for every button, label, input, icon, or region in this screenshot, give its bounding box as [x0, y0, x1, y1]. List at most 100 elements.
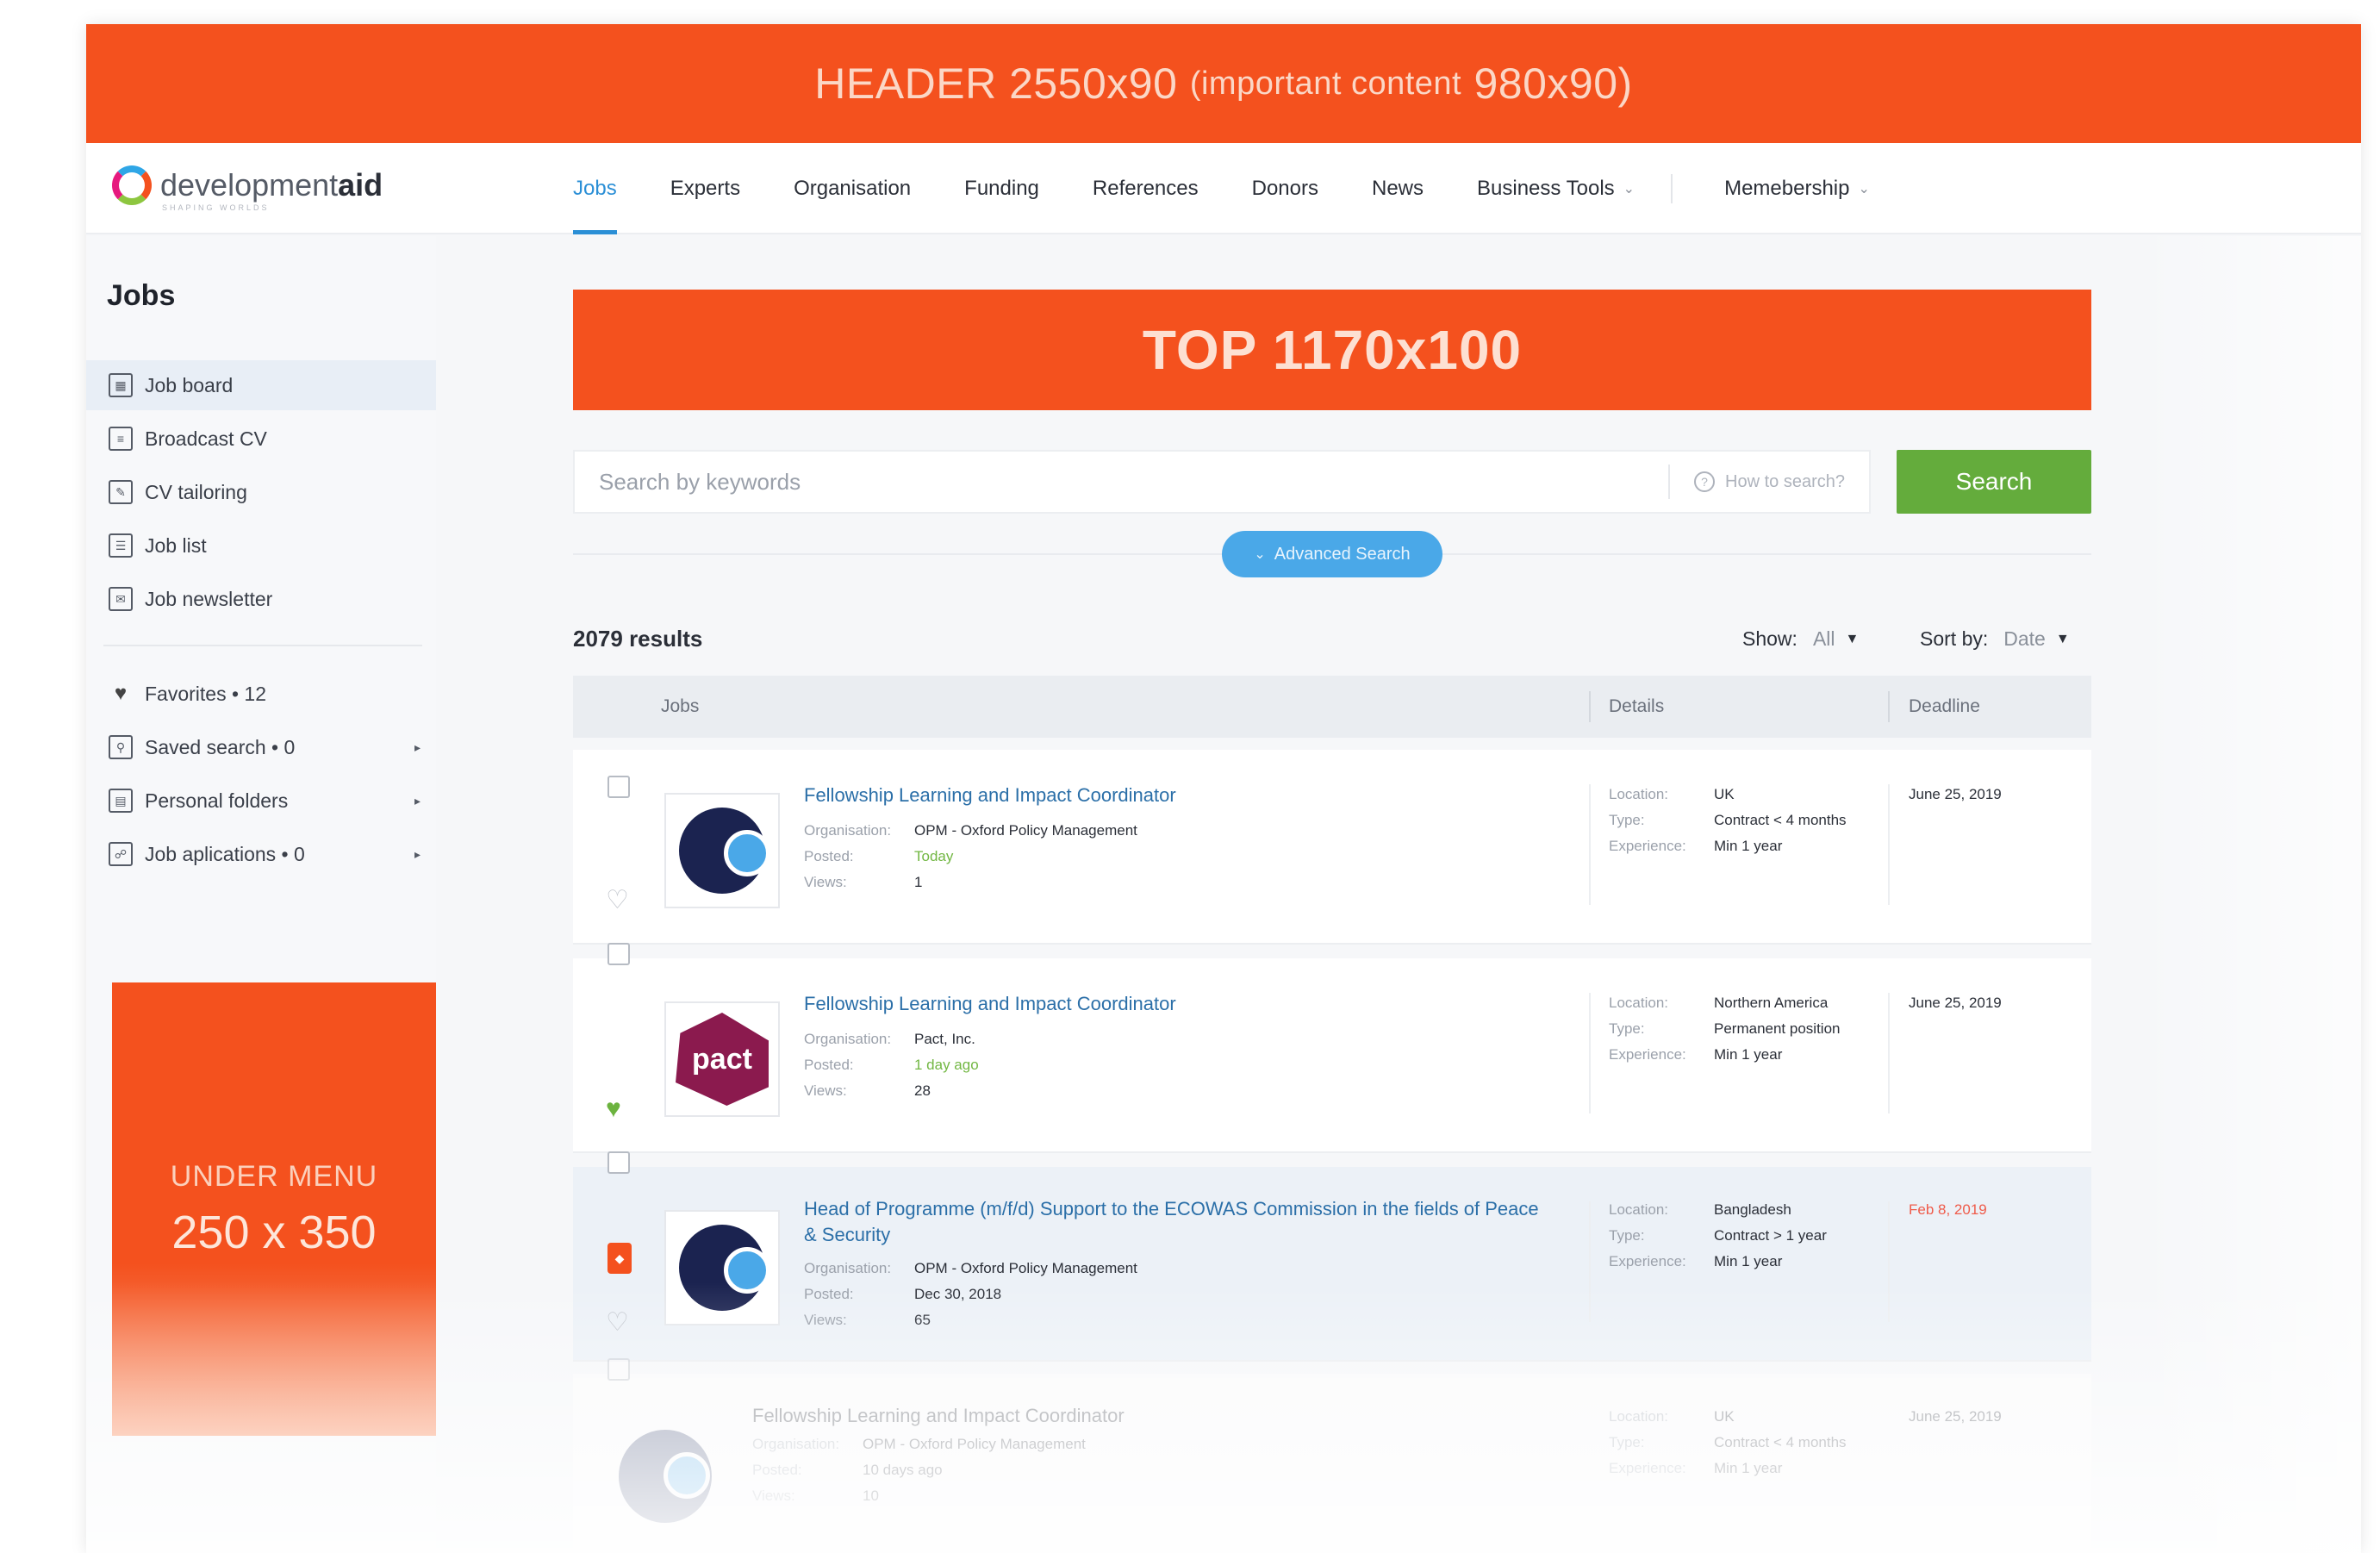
- sidebar-item-job-list[interactable]: ☰ Job list: [86, 521, 436, 571]
- job-title-link[interactable]: Fellowship Learning and Impact Coordinat…: [804, 783, 1545, 808]
- newsletter-icon: ✉: [109, 587, 133, 611]
- browser-frame: HEADER 2550x90 (important content 980x90…: [86, 24, 2361, 1553]
- search-input[interactable]: [575, 452, 1669, 512]
- sort-label: Sort by:: [1920, 627, 1989, 650]
- top-ad-banner[interactable]: TOP 1170x100: [573, 290, 2091, 410]
- advanced-search-button[interactable]: ⌄ Advanced Search: [1222, 531, 1442, 577]
- job-organisation: Organisation: OPM - Oxford Policy Managem…: [804, 822, 1137, 839]
- job-deadline: June 25, 2019: [1909, 786, 2002, 802]
- job-location: Location: Northern America: [1609, 995, 1829, 1011]
- column-divider: [1589, 1201, 1591, 1322]
- job-select-checkbox[interactable]: [607, 776, 630, 798]
- under-menu-ad-line1: UNDER MENU: [170, 1159, 378, 1193]
- heart-outline-icon[interactable]: ♡: [606, 1310, 629, 1336]
- nav-item-references[interactable]: References: [1093, 143, 1199, 234]
- sidebar-item-personal-folders[interactable]: ▤ Personal folders ▸: [86, 776, 436, 826]
- column-header-deadline: Deadline: [1909, 696, 1980, 716]
- column-header-details: Details: [1609, 696, 1665, 716]
- sidebar-item-saved-search[interactable]: ⚲ Saved search • 0 ▸: [86, 722, 436, 772]
- featured-badge-icon: ◆: [607, 1243, 632, 1274]
- job-title-link[interactable]: Head of Programme (m/f/d) Support to the…: [804, 1196, 1545, 1247]
- sidebar-item-job-board[interactable]: ▦ Job board: [86, 360, 436, 410]
- job-type: Type: Contract > 1 year: [1609, 1227, 1827, 1244]
- job-title-link[interactable]: Fellowship Learning and Impact Coordinat…: [804, 991, 1545, 1017]
- heart-filled-icon[interactable]: ♥: [606, 1096, 621, 1122]
- job-deadline: June 25, 2019: [1909, 1408, 2002, 1425]
- job-select-checkbox[interactable]: [607, 1151, 630, 1174]
- sidebar-title: Jobs: [107, 279, 176, 312]
- sidebar-item-favorites[interactable]: ♥ Favorites • 12: [86, 669, 436, 719]
- column-header-jobs: Jobs: [661, 696, 700, 716]
- nav-item-business-tools[interactable]: Business Tools ⌄: [1477, 143, 1635, 234]
- nav-item-funding[interactable]: Funding: [964, 143, 1039, 234]
- nav-item-news[interactable]: News: [1372, 143, 1424, 234]
- under-menu-ad-banner[interactable]: UNDER MENU 250 x 350: [112, 982, 436, 1436]
- nav-item-organisation[interactable]: Organisation: [794, 143, 911, 234]
- nav-item-experts[interactable]: Experts: [670, 143, 740, 234]
- grid-icon: ▦: [109, 373, 133, 397]
- site-logo[interactable]: developmentaid SHAPING WORLDS: [112, 165, 383, 212]
- job-title-link[interactable]: Fellowship Learning and Impact Coordinat…: [752, 1403, 1493, 1429]
- sort-dropdown[interactable]: Sort by: Date ▼: [1920, 627, 2070, 651]
- column-divider: [1888, 993, 1890, 1113]
- job-views: Views: 10: [752, 1488, 879, 1504]
- how-to-search-link[interactable]: ? How to search?: [1668, 465, 1869, 499]
- arrow-right-icon: ▸: [414, 846, 421, 861]
- column-divider: [1589, 784, 1591, 905]
- job-select-checkbox[interactable]: [607, 943, 630, 965]
- job-views: Views: 65: [804, 1312, 931, 1328]
- column-divider: [1589, 993, 1591, 1113]
- job-posted: Posted: Dec 30, 2018: [804, 1286, 1002, 1302]
- job-row[interactable]: ♥ pact Fellowship Learning and Impact Co…: [573, 943, 2091, 1153]
- chevron-down-icon: ⌄: [1254, 547, 1266, 562]
- job-row[interactable]: ♡ Fellowship Learning and Impact Coordin…: [573, 750, 2091, 945]
- question-icon: ?: [1694, 471, 1716, 492]
- job-location: Location: UK: [1609, 786, 1735, 802]
- column-divider: [1589, 691, 1591, 722]
- sidebar-item-job-applications[interactable]: ☍ Job aplications • 0 ▸: [86, 829, 436, 879]
- job-select-checkbox[interactable]: [607, 1358, 630, 1381]
- organisation-logo: [607, 1419, 723, 1534]
- nav-item-jobs[interactable]: Jobs: [573, 143, 617, 234]
- header-ad-tail: 980x90): [1473, 59, 1633, 108]
- folder-icon: ▤: [109, 789, 133, 813]
- nav-item-membership[interactable]: Memebership ⌄: [1724, 143, 1870, 234]
- nav-divider: [1671, 174, 1673, 203]
- column-divider: [1888, 784, 1890, 905]
- job-experience: Experience: Min 1 year: [1609, 1460, 1783, 1476]
- show-filter-dropdown[interactable]: Show: All ▼: [1742, 627, 1859, 651]
- job-posted: Posted: 1 day ago: [804, 1057, 979, 1073]
- column-divider: [1888, 1201, 1890, 1322]
- sidebar-item-cv-tailoring[interactable]: ✎ CV tailoring: [86, 467, 436, 517]
- jobs-table-header: Jobs Details Deadline: [573, 676, 2091, 738]
- caret-down-icon: ▼: [1845, 631, 1860, 646]
- column-divider: [1888, 691, 1890, 722]
- caret-down-icon: ▼: [2055, 631, 2070, 646]
- heart-outline-icon[interactable]: ♡: [606, 888, 629, 914]
- job-posted: Posted: Today: [804, 848, 954, 864]
- organisation-logo: [664, 1210, 780, 1325]
- header-ad-banner[interactable]: HEADER 2550x90 (important content 980x90…: [86, 24, 2361, 143]
- logo-tagline: SHAPING WORLDS: [162, 203, 270, 212]
- opm-logo-icon: [679, 808, 770, 894]
- search-button[interactable]: Search: [1897, 450, 2091, 514]
- list-icon: ☰: [109, 533, 133, 558]
- job-row[interactable]: ◆ ♡ Head of Programme (m/f/d) Support to…: [573, 1151, 2091, 1362]
- job-location: Location: UK: [1609, 1408, 1735, 1425]
- opm-logo-icon: [619, 1430, 712, 1523]
- header-ad-main: HEADER 2550x90: [814, 59, 1178, 108]
- job-experience: Experience: Min 1 year: [1609, 1046, 1783, 1063]
- sidebar-item-job-newsletter[interactable]: ✉ Job newsletter: [86, 574, 436, 624]
- under-menu-ad-line2: 250 x 350: [171, 1206, 377, 1258]
- job-row[interactable]: Fellowship Learning and Impact Coordinat…: [573, 1358, 2091, 1553]
- job-organisation: Organisation: Pact, Inc.: [804, 1031, 975, 1047]
- job-type: Type: Contract < 4 months: [1609, 1434, 1847, 1450]
- show-label: Show:: [1742, 627, 1797, 650]
- job-type: Type: Permanent position: [1609, 1020, 1841, 1037]
- arrow-right-icon: ▸: [414, 793, 421, 808]
- sidebar-item-broadcast-cv[interactable]: ≡ Broadcast CV: [86, 414, 436, 464]
- top-navbar: developmentaid SHAPING WORLDS Jobs Exper…: [86, 143, 2361, 234]
- search-folder-icon: ⚲: [109, 735, 133, 759]
- results-count: 2079 results: [573, 626, 703, 652]
- nav-item-donors[interactable]: Donors: [1252, 143, 1318, 234]
